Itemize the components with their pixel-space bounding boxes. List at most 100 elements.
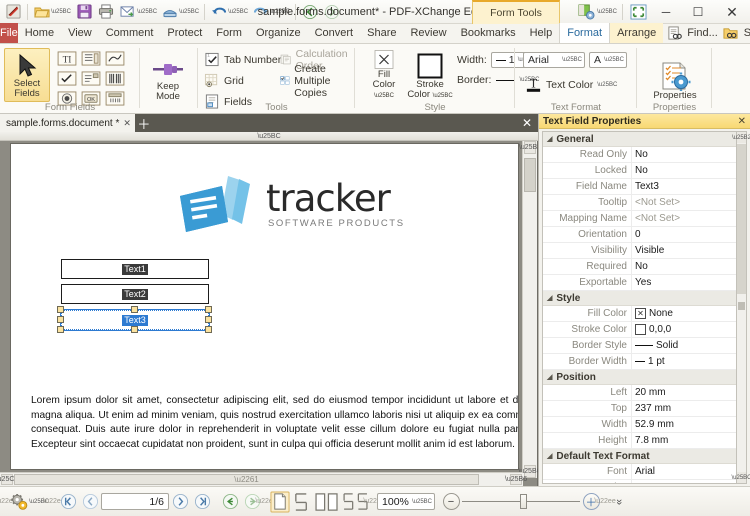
email-icon[interactable] [118,2,138,22]
statusbar-expand-button[interactable]: » [608,491,630,513]
font-family-combo[interactable]: Arial \u25BC [523,52,585,68]
vertical-scroll-thumb[interactable] [524,158,536,192]
tab-format[interactable]: Format [559,23,611,43]
preferences-icon[interactable] [9,491,31,513]
expand-triangle-icon[interactable]: ◢ [547,452,552,460]
redo-dropdown-caret[interactable]: \u25BC [270,9,290,15]
properties-scroll-up-icon[interactable]: \u25B2 [732,132,750,143]
properties-group-general[interactable]: ◢ General [543,132,738,147]
tab-bookmarks[interactable]: Bookmarks [454,23,523,43]
tool-create-multiple-copies[interactable]: Create Multiple Copies [280,63,355,99]
tool-grid[interactable]: Grid [204,71,244,90]
property-value[interactable]: Visible [631,242,738,259]
search-label[interactable]: Search... [744,27,750,39]
text-color-button[interactable]: T Text Color \u25BC [525,76,617,94]
combo-box-icon[interactable] [80,69,102,87]
property-value[interactable]: Solid [631,337,738,354]
expand-triangle-icon[interactable]: ◢ [547,373,552,381]
tab-comment[interactable]: Comment [99,23,161,43]
property-value[interactable]: Auto [631,479,738,483]
continuous-view-button[interactable] [291,491,313,513]
zoom-level-combo[interactable]: 100% \u25BC [377,493,436,510]
form-field-text2[interactable]: Text2 [61,284,209,304]
scroll-right-icon[interactable]: \u25B6 [505,474,527,485]
open-icon[interactable] [32,2,52,22]
undo-icon[interactable] [209,2,229,22]
property-value[interactable]: 1 pt [631,353,738,370]
property-value[interactable]: ✕ None [631,305,738,322]
barcode-field-icon[interactable] [104,69,126,87]
forward-icon[interactable] [322,2,342,22]
properties-group-position[interactable]: ◢ Position [543,370,738,385]
property-row[interactable]: Locked No [543,162,738,179]
print-icon[interactable] [96,2,116,22]
property-row[interactable]: Top 237 mm [543,400,738,417]
zoom-slider[interactable] [462,493,581,510]
resize-handle-ne[interactable] [205,306,212,313]
open-dropdown-caret[interactable]: \u25BC [51,9,71,15]
tab-help[interactable]: Help [523,23,560,43]
tab-organize[interactable]: Organize [249,23,308,43]
property-value[interactable]: <Not Set> [631,194,738,211]
resize-handle-s[interactable] [131,326,138,333]
property-row[interactable]: Font Arial [543,463,738,480]
property-row[interactable]: Orientation 0 [543,226,738,243]
resize-handle-w[interactable] [57,316,64,323]
app-logo-icon[interactable] [3,2,23,22]
pdf-page[interactable]: tracker SOFTWARE PRODUCTS Text1 Text2 Te… [10,143,519,470]
single-page-view-button[interactable] [269,491,291,513]
find-icon[interactable] [664,23,684,43]
zoom-slider-knob[interactable] [520,494,528,509]
tab-protect[interactable]: Protect [160,23,209,43]
property-value[interactable]: No [631,258,738,275]
close-document-button[interactable]: ✕ [522,116,538,130]
resize-handle-e[interactable] [205,316,212,323]
property-row[interactable]: Required No [543,258,738,275]
property-value[interactable]: 20 mm [631,384,738,401]
document-tab[interactable]: sample.forms.document * ✕ [0,114,135,132]
tab-form[interactable]: Form [209,23,249,43]
theme-dropdown-caret[interactable]: \u25BC [597,9,617,15]
properties-panel-close-icon[interactable]: ✕ [738,116,746,127]
resize-handle-sw[interactable] [57,326,64,333]
find-label[interactable]: Find... [687,27,718,39]
property-row[interactable]: Left 20 mm [543,384,738,401]
tab-convert[interactable]: Convert [308,23,361,43]
property-row[interactable]: Exportable Yes [543,274,738,291]
property-row[interactable]: Font Size Auto [543,479,738,483]
keep-mode-button[interactable]: Keep Mode [145,50,191,104]
properties-group-style[interactable]: ◢ Style [543,291,738,306]
list-box-icon[interactable] [80,49,102,67]
property-row[interactable]: Width 52.9 mm [543,416,738,433]
first-page-button[interactable] [57,491,79,513]
tab-arrange[interactable]: Arrange [610,23,664,43]
next-page-button[interactable] [169,491,191,513]
property-value[interactable]: Yes [631,274,738,291]
resize-handle-se[interactable] [205,326,212,333]
property-value[interactable]: <Not Set> [631,210,738,227]
two-page-view-button[interactable] [313,491,341,513]
horizontal-scroll-thumb[interactable]: \u2261 [14,474,479,485]
navigate-back-button[interactable] [219,491,241,513]
properties-group-default-text-format[interactable]: ◢ Default Text Format [543,449,738,464]
text-color-caret-icon[interactable]: \u25BC [597,82,617,88]
property-value[interactable]: 0,0,0 [631,321,738,338]
property-row[interactable]: Tooltip <Not Set> [543,194,738,211]
document-vertical-scrollbar[interactable]: \u25B2 \u25BC [518,141,542,478]
signature-field-icon[interactable] [104,49,126,67]
property-value[interactable]: 237 mm [631,400,738,417]
form-field-text1[interactable]: Text1 [61,259,209,279]
property-value[interactable]: 7.8 mm [631,432,738,449]
scroll-up-icon[interactable]: \u25B2 [519,141,541,154]
fill-color-button[interactable]: Fill Color \u25BC [363,49,405,103]
fullscreen-icon[interactable] [627,2,649,22]
back-icon[interactable] [300,2,320,22]
tool-tab-numbers[interactable]: 1 Tab Numbers [204,50,286,69]
property-row[interactable]: Border Width 1 pt [543,353,738,370]
property-value[interactable]: No [631,146,738,163]
document-horizontal-scrollbar[interactable]: \u25C0 \u2261 \u25B6 [0,472,527,486]
search-icon[interactable] [721,23,741,43]
select-fields-button[interactable]: Select Fields [4,48,50,102]
property-row[interactable]: Border Style Solid [543,337,738,354]
expand-triangle-icon[interactable]: ◢ [547,135,552,143]
